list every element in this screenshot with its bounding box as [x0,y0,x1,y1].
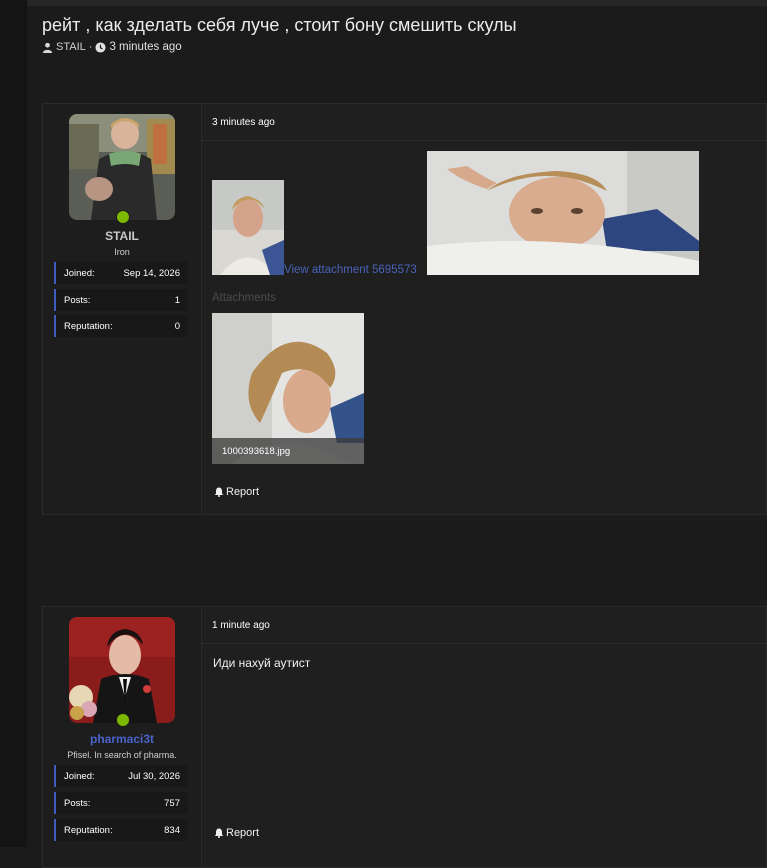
post-header: 1 minute ago [202,607,766,644]
thread-author[interactable]: STAIL [56,41,86,53]
attachment-thumbnail[interactable]: 1000393618.jpg [212,313,364,464]
inline-image-2[interactable] [427,151,699,275]
attachments-heading: Attachments [212,292,276,304]
post-message: Иди нахуй аутист [213,656,311,670]
thread-time[interactable]: 3 minutes ago [109,41,181,53]
avatar[interactable] [69,617,175,727]
stat-posts: Posts: 757 [54,792,188,814]
report-label: Report [226,827,260,839]
clock-icon [95,41,106,53]
avatar[interactable] [69,114,175,224]
stat-reputation: Reputation: 834 [54,819,188,841]
post-1: STAIL Iron Joined: Sep 14, 2026 Posts: 1… [42,103,767,515]
post-user-panel: pharmaci3t Pfisel. In search of pharma. … [43,607,202,867]
thread-meta: STAIL · 3 minutes ago [42,41,182,53]
username[interactable]: STAIL [43,229,201,243]
user-title: Pfisel. In search of pharma. [67,750,177,760]
post-user-panel: STAIL Iron Joined: Sep 14, 2026 Posts: 1… [43,104,202,514]
stat-reputation: Reputation: 0 [54,315,188,337]
stat-value: Jul 30, 2026 [128,770,180,782]
stat-label: Posts: [64,797,91,809]
stat-label: Joined: [64,267,95,279]
stat-label: Reputation: [64,824,113,836]
report-button[interactable]: Report [214,827,259,839]
post-2: pharmaci3t Pfisel. In search of pharma. … [42,606,767,868]
bell-icon [214,487,224,497]
top-strip [27,0,767,6]
stat-value: 0 [174,320,180,332]
meta-separator: · [88,41,93,53]
view-attachment-link[interactable]: View attachment 5695573 [284,264,417,276]
thread-title: рейт , как зделать себя луче , стоит бон… [42,15,517,35]
report-label: Report [226,486,260,498]
attachment-filename[interactable]: 1000393618.jpg [212,438,364,464]
online-status-dot [116,713,130,727]
stat-label: Reputation: [64,320,113,332]
stat-value: Sep 14, 2026 [123,267,180,279]
user-icon [42,42,53,53]
stat-posts: Posts: 1 [54,289,188,311]
bell-icon [214,828,224,838]
report-button[interactable]: Report [214,486,259,498]
inline-image-1[interactable] [212,180,284,275]
post-time[interactable]: 1 minute ago [212,620,270,631]
stat-joined: Joined: Jul 30, 2026 [54,765,188,787]
stat-joined: Joined: Sep 14, 2026 [54,262,188,284]
stat-value: 1 [174,294,180,306]
stat-label: Posts: [64,294,91,306]
post-body: 3 minutes ago View attachment 5695573 At… [202,104,766,514]
post-body: 1 minute ago Иди нахуй аутист Report [202,607,766,867]
post-header: 3 minutes ago [202,104,766,141]
user-title: Iron [114,247,130,257]
username[interactable]: pharmaci3t [43,732,201,746]
stat-label: Joined: [64,770,95,782]
stat-value: 757 [164,797,180,809]
post-time[interactable]: 3 minutes ago [212,117,275,128]
stat-value: 834 [164,824,180,836]
left-gutter [0,0,27,847]
online-status-dot [116,210,130,224]
